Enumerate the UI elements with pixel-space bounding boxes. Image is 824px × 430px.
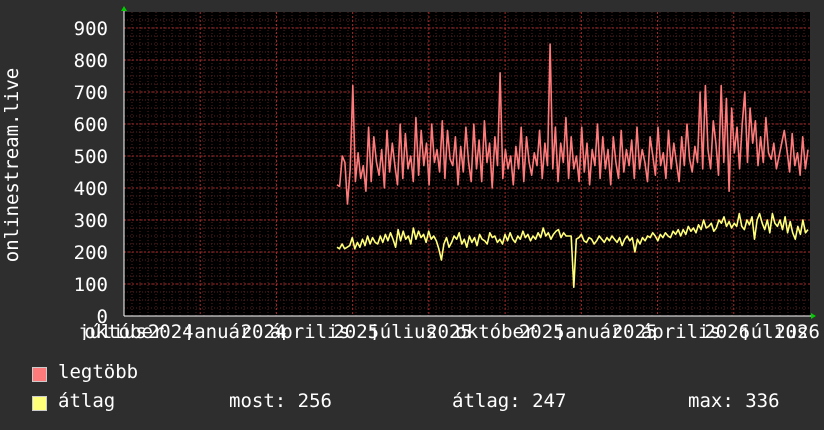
legend-swatch-atlag [32,396,47,411]
legend-label-legtobb: legtöbb [58,361,139,383]
stat-max: max: 336 [688,390,780,412]
y-tick-label: 900 [74,18,108,40]
legend-label-atlag: átlag [58,390,116,412]
y-tick-label: 500 [74,146,108,168]
y-tick-label: 200 [74,242,108,264]
y-tick-label: 800 [74,50,108,72]
x-axis-arrow [811,313,816,319]
y-axis-label: onlinestream.live [1,67,23,263]
x-tick-label: 2026 [774,321,820,340]
y-tick-label: 700 [74,82,108,104]
y-tick-label: 400 [74,178,108,200]
chart-svg: 0100200300400500600700800900júliusoktóbe… [74,6,820,340]
y-tick-label: 600 [74,114,108,136]
stat-average: átlag: 247 [452,390,567,412]
y-axis-arrow [121,6,127,11]
legend-swatch-legtobb [32,367,47,382]
y-tick-label: 100 [74,274,108,296]
y-tick-label: 300 [74,210,108,232]
chart-panel: 0 100 200 300 400 500 600 700 800 900 július októbe… [0,0,824,430]
stat-current: most: 256 [229,390,332,412]
